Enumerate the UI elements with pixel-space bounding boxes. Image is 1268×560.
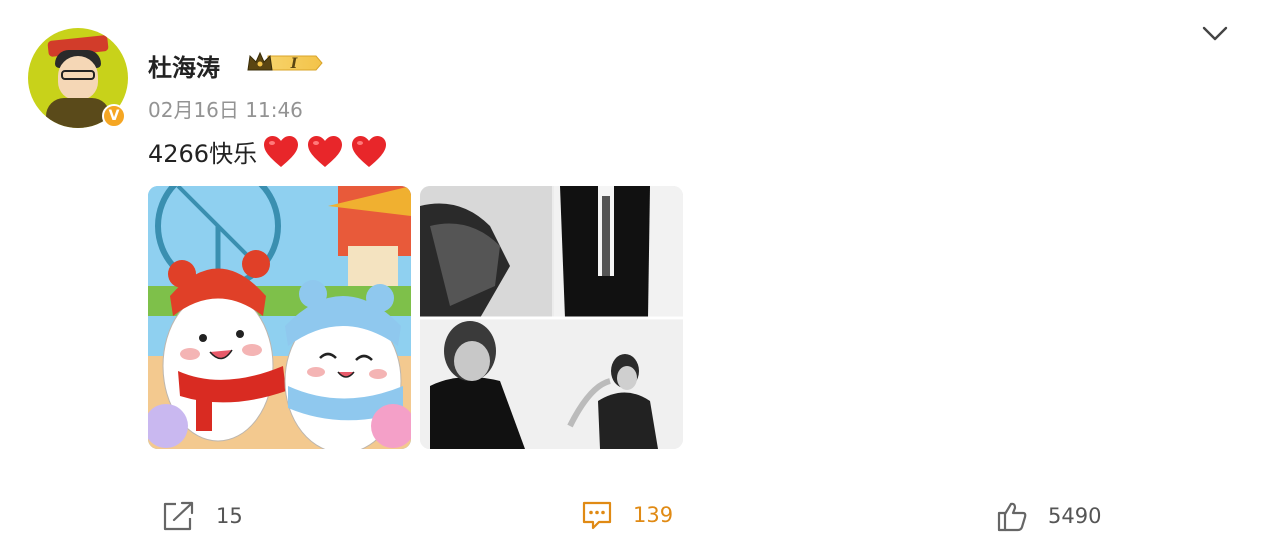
heart-icon [352, 135, 387, 167]
post-text: 4266快乐 [148, 134, 387, 169]
share-button[interactable]: 15 [162, 500, 243, 532]
avatar-glasses [61, 70, 95, 80]
thumbs-up-icon [997, 502, 1027, 532]
verified-badge-icon: V [102, 104, 126, 128]
photo-collage [420, 186, 683, 449]
heart-icon [308, 135, 343, 167]
avatar-body [46, 98, 110, 128]
comment-count: 139 [633, 503, 674, 527]
post-timestamp[interactable]: 02月16日 11:46 [148, 94, 303, 123]
heart-icon [264, 135, 299, 167]
cartoon-illustration [148, 186, 411, 449]
level-number: I [290, 56, 298, 72]
share-icon [163, 501, 194, 531]
comment-icon [582, 501, 612, 530]
share-count: 15 [216, 504, 243, 528]
like-count: 5490 [1048, 504, 1102, 528]
chevron-down-icon[interactable] [1200, 22, 1230, 46]
post-image-photo-collage[interactable] [420, 186, 683, 449]
comment-button[interactable]: 139 [581, 500, 673, 530]
post-image-cartoon[interactable] [148, 186, 411, 449]
heart-emoji-group [263, 135, 387, 169]
like-button[interactable]: 5490 [996, 500, 1101, 532]
username[interactable]: 杜海涛 [148, 48, 220, 83]
post-text-body: 4266快乐 [148, 140, 258, 168]
level-crown-badge-icon[interactable]: I [246, 50, 324, 76]
